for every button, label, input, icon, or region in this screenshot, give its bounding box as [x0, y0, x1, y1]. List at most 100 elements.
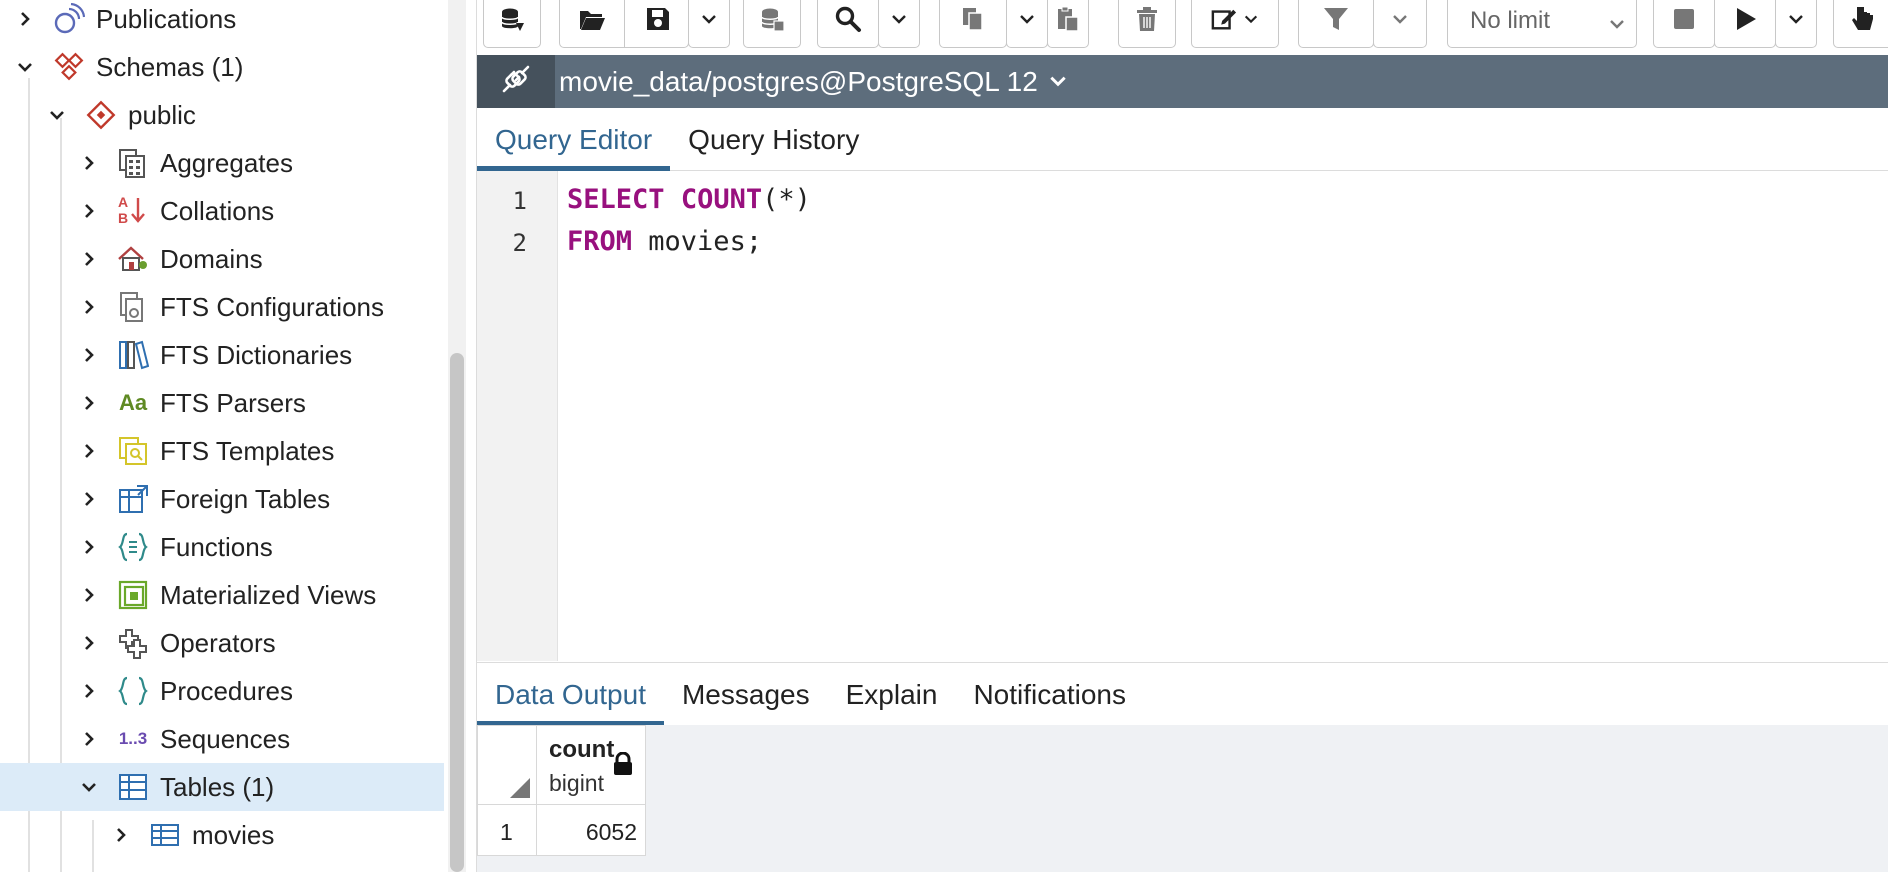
- column-header-count[interactable]: count bigint: [536, 725, 646, 805]
- database-save-icon: [758, 5, 786, 38]
- tree-item-tables[interactable]: Tables (1): [0, 763, 444, 811]
- tree-item-operators[interactable]: Operators: [0, 619, 444, 667]
- tree-item-functions[interactable]: Functions: [0, 523, 444, 571]
- tree-item-label: Collations: [160, 195, 275, 226]
- tab-messages[interactable]: Messages: [664, 679, 828, 725]
- chevron-down-icon[interactable]: [80, 778, 98, 796]
- cancel-query-button[interactable]: [1653, 0, 1715, 48]
- chevron-right-icon[interactable]: [16, 10, 34, 28]
- tree-scrollbar-thumb[interactable]: [450, 353, 464, 872]
- publications-icon: [52, 2, 86, 36]
- tree-item-fts-parsers[interactable]: Aa FTS Parsers: [0, 379, 444, 427]
- tree-item-aggregates[interactable]: Aggregates: [0, 139, 444, 187]
- paste-button[interactable]: [1047, 0, 1089, 48]
- domains-icon: [116, 242, 150, 276]
- fts-dictionaries-icon: [116, 338, 150, 372]
- chevron-right-icon[interactable]: [80, 154, 98, 172]
- fts-parsers-icon: Aa: [118, 390, 148, 415]
- select-all-cell[interactable]: [477, 725, 537, 805]
- filter-icon: [1322, 5, 1350, 38]
- save-data-button[interactable]: [743, 0, 801, 48]
- connection-title-text: movie_data/postgres@PostgreSQL 12: [559, 65, 1038, 97]
- copy-options-button[interactable]: [1006, 0, 1048, 48]
- tree-item-label: Sequences: [160, 723, 291, 754]
- execute-options-button[interactable]: [1775, 0, 1817, 48]
- tree-item-domains[interactable]: Domains: [0, 235, 444, 283]
- code-line[interactable]: FROM movies;: [567, 226, 762, 257]
- object-button[interactable]: [483, 0, 541, 48]
- tree-item-foreign-tables[interactable]: Foreign Tables: [0, 475, 444, 523]
- tree-item-sequences[interactable]: 1..3 Sequences: [0, 715, 444, 763]
- chevron-right-icon[interactable]: [80, 634, 98, 652]
- tree-item-public[interactable]: public: [0, 91, 444, 139]
- chevron-right-icon[interactable]: [80, 250, 98, 268]
- code-line[interactable]: SELECT COUNT(*): [567, 184, 811, 215]
- tree-item-label: Materialized Views: [160, 579, 377, 610]
- save-file-button[interactable]: [624, 0, 691, 47]
- tab-notifications[interactable]: Notifications: [955, 679, 1144, 725]
- chevron-right-icon[interactable]: [80, 346, 98, 364]
- chevron-right-icon[interactable]: [80, 586, 98, 604]
- tree-item-materialized-views[interactable]: Materialized Views: [0, 571, 444, 619]
- table-icon: [148, 818, 182, 852]
- chevron-down-icon[interactable]: [48, 106, 66, 124]
- tree-item-procedures[interactable]: Procedures: [0, 667, 444, 715]
- chevron-right-icon[interactable]: [80, 730, 98, 748]
- tree-item-fts-dictionaries[interactable]: FTS Dictionaries: [0, 331, 444, 379]
- tab-query-editor[interactable]: Query Editor: [477, 124, 671, 171]
- tree-item-label: FTS Templates: [160, 435, 335, 466]
- chevron-right-icon[interactable]: [80, 442, 98, 460]
- tree-item-publications[interactable]: Publications: [0, 0, 444, 43]
- tree-item-fts-templates[interactable]: FTS Templates: [0, 427, 444, 475]
- filter-options-button[interactable]: [1373, 0, 1427, 48]
- explain-button[interactable]: [1833, 0, 1888, 48]
- chevron-right-icon[interactable]: [80, 490, 98, 508]
- tree-scrollbar[interactable]: [448, 0, 466, 872]
- tree-item-label: public: [128, 99, 196, 130]
- filter-button[interactable]: [1298, 0, 1374, 48]
- chevron-right-icon[interactable]: [80, 298, 98, 316]
- copy-icon: [959, 5, 987, 38]
- tree-item-movies[interactable]: movies: [0, 811, 444, 859]
- copy-button[interactable]: [939, 0, 1007, 48]
- chevron-right-icon[interactable]: [112, 826, 130, 844]
- delete-button[interactable]: [1118, 0, 1176, 48]
- procedures-icon: [116, 674, 150, 708]
- chevron-down-icon[interactable]: [16, 58, 34, 76]
- query-tool-panel: No limit movie_data/postgres@PostgreSQL …: [476, 0, 1888, 872]
- chevron-right-icon[interactable]: [80, 682, 98, 700]
- edit-button[interactable]: [1191, 0, 1279, 48]
- chevron-down-icon: [1608, 12, 1626, 40]
- chevron-down-icon: [700, 10, 718, 33]
- save-options-button[interactable]: [688, 0, 730, 48]
- chevron-down-icon: [1243, 11, 1259, 32]
- schemas-icon: [52, 50, 86, 84]
- tab-explain[interactable]: Explain: [828, 679, 956, 725]
- tree-item-label: FTS Dictionaries: [160, 339, 353, 370]
- chevron-right-icon[interactable]: [80, 394, 98, 412]
- connection-title[interactable]: movie_data/postgres@PostgreSQL 12: [559, 66, 1068, 98]
- stop-icon: [1670, 5, 1698, 38]
- corner-triangle-icon: [510, 778, 530, 798]
- aggregates-icon: [116, 146, 150, 180]
- chevron-right-icon[interactable]: [80, 538, 98, 556]
- table-cell[interactable]: 6052: [536, 804, 646, 856]
- trash-icon: [1133, 5, 1161, 38]
- tab-data-output[interactable]: Data Output: [477, 679, 664, 726]
- output-tabs: Data Output Messages Explain Notificatio…: [477, 662, 1888, 726]
- open-file-button[interactable]: [560, 0, 624, 47]
- connection-status-button[interactable]: [477, 55, 555, 108]
- tree-item-collations[interactable]: A B Collations: [0, 187, 444, 235]
- find-button[interactable]: [817, 0, 879, 48]
- sql-editor[interactable]: 1 SELECT COUNT(*) 2 FROM movies;: [477, 171, 1888, 661]
- find-options-button[interactable]: [878, 0, 920, 48]
- row-number[interactable]: 1: [477, 804, 537, 856]
- tab-query-history[interactable]: Query History: [670, 124, 877, 170]
- tree-item-label: movies: [192, 819, 275, 850]
- row-limit-select[interactable]: No limit: [1447, 0, 1637, 48]
- chevron-right-icon[interactable]: [80, 202, 98, 220]
- tree-item-schemas[interactable]: Schemas (1): [0, 43, 444, 91]
- line-number: 1: [512, 187, 527, 215]
- execute-button[interactable]: [1714, 0, 1776, 48]
- tree-item-fts-configurations[interactable]: FTS Configurations: [0, 283, 444, 331]
